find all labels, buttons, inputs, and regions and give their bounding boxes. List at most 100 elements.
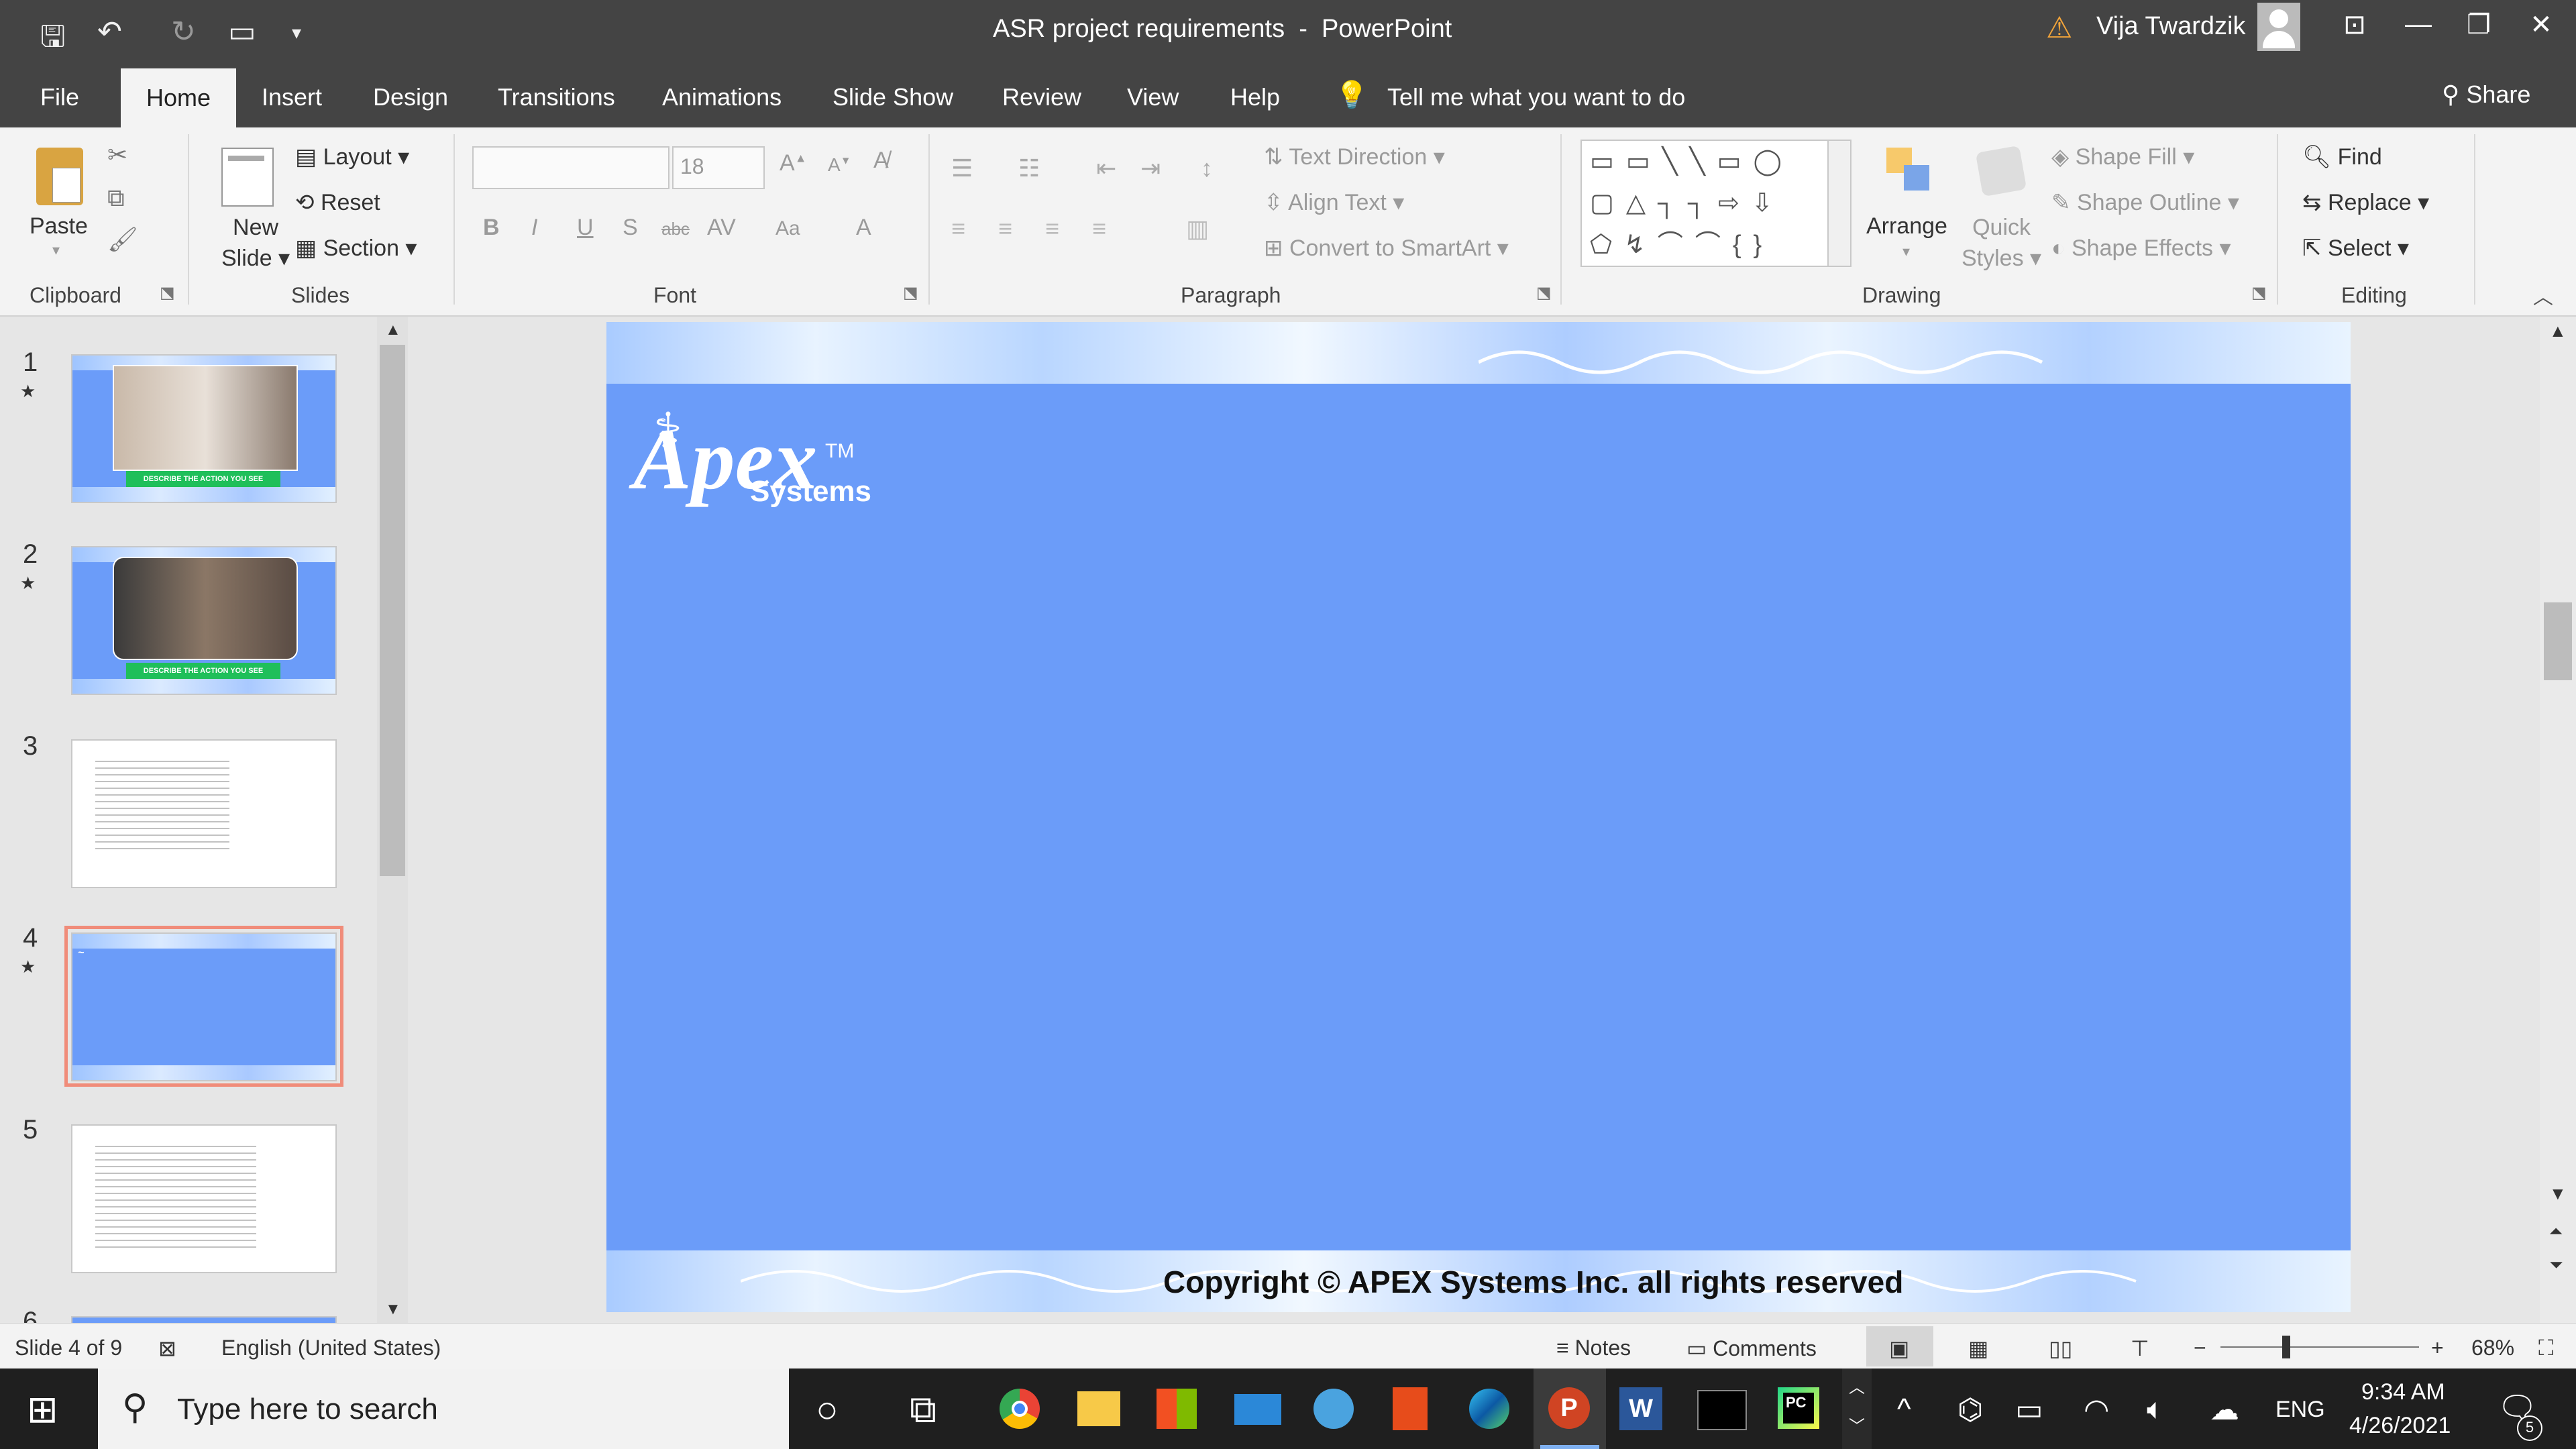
line-spacing-icon[interactable]: ↕ [1201,154,1213,182]
font-color-button[interactable]: A [856,215,871,241]
convert-smartart-button[interactable]: ⊞ Convert to SmartArt ▾ [1264,235,1509,262]
save-icon[interactable]: 🖫 [40,15,66,65]
store-icon[interactable] [1157,1389,1197,1429]
current-slide[interactable]: Apex TM Systems ⚕ Copyright © APEX Syste… [606,322,2351,1312]
reading-view-icon[interactable]: ▯▯ [2049,1336,2072,1361]
undo-icon[interactable]: ↶ [97,15,122,49]
settings-app-icon[interactable] [1313,1389,1354,1429]
language-indicator[interactable]: English (United States) [221,1336,441,1360]
wifi-icon[interactable]: ◠ [2084,1393,2109,1427]
slideshow-icon[interactable]: ⊤ [2131,1336,2149,1361]
tab-slide-show[interactable]: Slide Show [833,83,953,111]
bullets-icon[interactable]: ☰ [951,154,973,182]
powerpoint-taskbar-icon[interactable]: P [1534,1368,1606,1449]
zoom-out-icon[interactable]: − [2194,1336,2206,1360]
font-launcher-icon[interactable]: ⬔ [903,283,918,303]
clipboard-launcher-icon[interactable]: ⬔ [160,283,175,303]
slide-thumbnail-2[interactable]: DESCRIBE THE ACTION YOU SEE [71,546,337,695]
zoom-slider-thumb[interactable] [2282,1336,2290,1358]
grow-font-icon[interactable]: A▲ [780,150,807,176]
search-input[interactable]: Type here to search [177,1393,438,1426]
comments-button[interactable]: ▭ Comments [1686,1336,1817,1361]
scroll-up-icon[interactable]: ▲ [385,321,401,339]
clock-date[interactable]: 4/26/2021 [2349,1413,2451,1439]
arrange-dropdown-icon[interactable]: ▾ [1902,243,1910,260]
shape-fill-button[interactable]: ◈ Shape Fill ▾ [2051,144,2194,170]
office-icon[interactable] [1393,1387,1428,1430]
tab-insert[interactable]: Insert [262,83,322,111]
ribbon-display-icon[interactable]: ⊡ [2328,9,2381,40]
pycharm-icon[interactable]: PC [1778,1387,1819,1429]
scroll-thumb[interactable] [380,345,405,876]
quick-styles-button[interactable]: Quick Styles ▾ [1962,212,2041,274]
layout-button[interactable]: ▤ Layout ▾ [295,144,409,170]
clock-time[interactable]: 9:34 AM [2361,1379,2445,1405]
input-language[interactable]: ENG [2275,1397,2325,1423]
close-button[interactable]: ✕ [2514,9,2568,40]
shapes-gallery[interactable]: ▭▭╲╲▭◯ ▢△┐┐⇨⇩ ⬠↯⌒⌒{} [1580,140,1842,267]
paste-icon[interactable] [36,148,83,205]
warning-icon[interactable]: ⚠ [2046,11,2072,45]
scroll-thumb[interactable] [2544,602,2572,680]
taskbar-scroll[interactable]: ︿ ﹀ [1842,1368,1872,1449]
slide-thumbnail-6[interactable] [71,1316,337,1323]
paste-button[interactable]: Paste [30,213,88,239]
slide-thumbnail-4[interactable]: ~ [71,932,337,1081]
align-right-icon[interactable]: ≡ [1045,215,1059,243]
redo-icon[interactable]: ↻ [171,15,196,49]
cut-icon[interactable]: ✂ [107,141,127,169]
tell-me-input[interactable]: Tell me what you want to do [1387,83,1685,111]
tab-transitions[interactable]: Transitions [498,83,615,111]
format-painter-icon[interactable]: 🖌 [107,225,138,254]
scroll-down-icon[interactable]: ▼ [2549,1183,2567,1204]
battery-icon[interactable]: ▭ [2015,1393,2043,1427]
thumbnails-scrollbar[interactable]: ▲ ▼ [377,317,408,1323]
paste-dropdown-icon[interactable]: ▾ [52,241,60,259]
tab-view[interactable]: View [1127,83,1179,111]
meet-now-icon[interactable]: ⌬ [1957,1393,1983,1427]
slide-thumbnail-5[interactable] [71,1124,337,1273]
replace-button[interactable]: ⇆ Replace ▾ [2302,189,2429,216]
tab-animations[interactable]: Animations [662,83,782,111]
file-explorer-icon[interactable] [1077,1391,1120,1426]
paragraph-launcher-icon[interactable]: ⬔ [1536,283,1552,303]
arrange-icon[interactable] [1886,148,1933,197]
avatar[interactable] [2257,3,2300,51]
spelling-icon[interactable]: ⊠ [158,1336,176,1361]
onedrive-icon[interactable]: ☁ [2210,1393,2239,1427]
slide-thumbnail-1[interactable]: DESCRIBE THE ACTION YOU SEE [71,354,337,503]
share-button[interactable]: ⚲ Share [2442,80,2530,109]
zoom-slider[interactable] [2220,1336,2419,1358]
shape-effects-button[interactable]: ◐ Shape Effects ▾ [2051,235,2231,262]
align-left-icon[interactable]: ≡ [951,215,965,243]
editor-scrollbar[interactable]: ▲ ▼ ⏶ ⏷ [2540,317,2576,1323]
scroll-down-icon[interactable]: ▼ [385,1300,401,1319]
font-size-combo[interactable]: 18 [672,146,765,189]
new-slide-icon[interactable] [221,148,274,207]
character-spacing-button[interactable]: AV [707,215,736,241]
slide-sorter-icon[interactable]: ▦ [1968,1336,1988,1361]
zoom-level[interactable]: 68% [2471,1336,2514,1360]
arrange-button[interactable]: Arrange [1866,213,1947,239]
slide-thumbnail-3[interactable] [71,739,337,888]
show-hidden-icons[interactable]: ^ [1897,1393,1911,1426]
text-direction-button[interactable]: ⇅ Text Direction ▾ [1264,144,1445,170]
tab-design[interactable]: Design [373,83,448,111]
clear-formatting-icon[interactable]: A̸ [873,148,889,174]
new-slide-button[interactable]: New Slide ▾ [221,212,290,274]
quick-styles-icon[interactable] [1975,145,2027,197]
cortana-icon[interactable]: ○ [816,1387,839,1431]
previous-slide-icon[interactable]: ⏶ [2549,1221,2563,1242]
find-button[interactable]: 🔍︎ Find [2302,144,2382,170]
copy-icon[interactable]: ⧉ [107,184,125,213]
italic-button[interactable]: I [531,215,537,241]
align-text-button[interactable]: ⇳ Align Text ▾ [1264,189,1404,216]
present-icon[interactable]: ▭ [228,15,256,49]
tab-home[interactable]: Home [121,68,237,127]
task-view-icon[interactable]: ⧉ [910,1387,936,1432]
increase-indent-icon[interactable]: ⇥ [1140,154,1161,182]
tab-file[interactable]: File [40,83,79,111]
shape-outline-button[interactable]: ✎ Shape Outline ▾ [2051,189,2239,216]
shadow-button[interactable]: S [623,215,638,241]
tab-review[interactable]: Review [1002,83,1081,111]
